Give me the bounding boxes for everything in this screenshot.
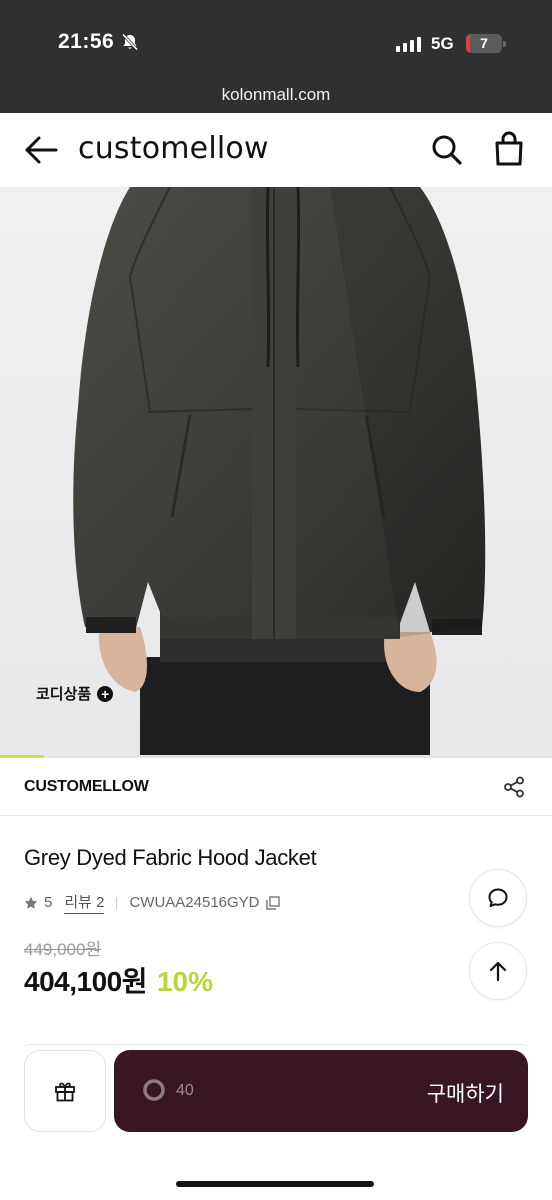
shopping-bag-icon[interactable] <box>492 131 526 167</box>
brand-name-link[interactable]: CUSTOMELLOW <box>24 778 149 796</box>
buy-label: 구매하기 <box>426 1083 504 1106</box>
scroll-top-button[interactable] <box>469 942 527 1000</box>
share-icon[interactable] <box>503 776 525 798</box>
coordi-products-button[interactable]: 코디상품 + <box>36 683 114 704</box>
arrow-up-icon <box>489 961 507 982</box>
battery-icon: 7 <box>466 34 502 53</box>
original-price: 449,000원 <box>24 940 102 959</box>
signal-icon <box>396 36 421 52</box>
product-photo-jacket <box>0 187 552 758</box>
site-header: customellow <box>0 113 552 187</box>
product-meta: 5 리뷰 2 CWUAA24516GYD <box>24 891 280 914</box>
gift-button[interactable] <box>24 1050 106 1132</box>
star-icon <box>24 896 38 909</box>
coordi-label: 코디상품 <box>36 686 92 703</box>
loading-ring-icon <box>143 1079 165 1101</box>
home-indicator <box>176 1181 374 1187</box>
battery-percent: 7 <box>480 35 488 51</box>
product-code: CWUAA24516GYD <box>129 894 260 911</box>
chat-button[interactable] <box>469 869 527 927</box>
discount-rate: 10% <box>156 966 214 997</box>
network-type: 5G <box>431 34 454 53</box>
status-time: 21:56 <box>58 30 140 54</box>
review-link[interactable]: 리뷰 2 <box>64 891 105 914</box>
brand-row: CUSTOMELLOW <box>0 758 552 816</box>
address-bar-url[interactable]: kolonmall.com <box>0 85 552 105</box>
copy-icon[interactable] <box>265 895 280 910</box>
system-top-bar: 21:56 5G 7 kolonmall.com <box>0 0 552 113</box>
rating-value: 5 <box>44 894 53 911</box>
bell-slash-icon <box>122 33 139 51</box>
meta-divider <box>116 896 118 909</box>
status-time-text: 21:56 <box>58 30 115 53</box>
chat-bubble-icon <box>488 888 508 907</box>
sale-price: 404,100원 <box>24 966 147 997</box>
arrow-left-icon[interactable] <box>22 133 60 167</box>
buy-button[interactable]: 40 구매하기 <box>114 1050 528 1132</box>
gift-icon <box>55 1082 75 1102</box>
product-title: Grey Dyed Fabric Hood Jacket <box>24 845 317 870</box>
plus-circle-icon: + <box>97 685 114 702</box>
product-image[interactable] <box>0 187 552 758</box>
search-icon[interactable] <box>430 133 464 167</box>
battery-tip <box>503 41 506 47</box>
buy-count: 40 <box>176 1082 194 1099</box>
brand-logo[interactable]: customellow <box>78 131 269 166</box>
price-row: 404,100원 10% <box>24 960 213 1000</box>
